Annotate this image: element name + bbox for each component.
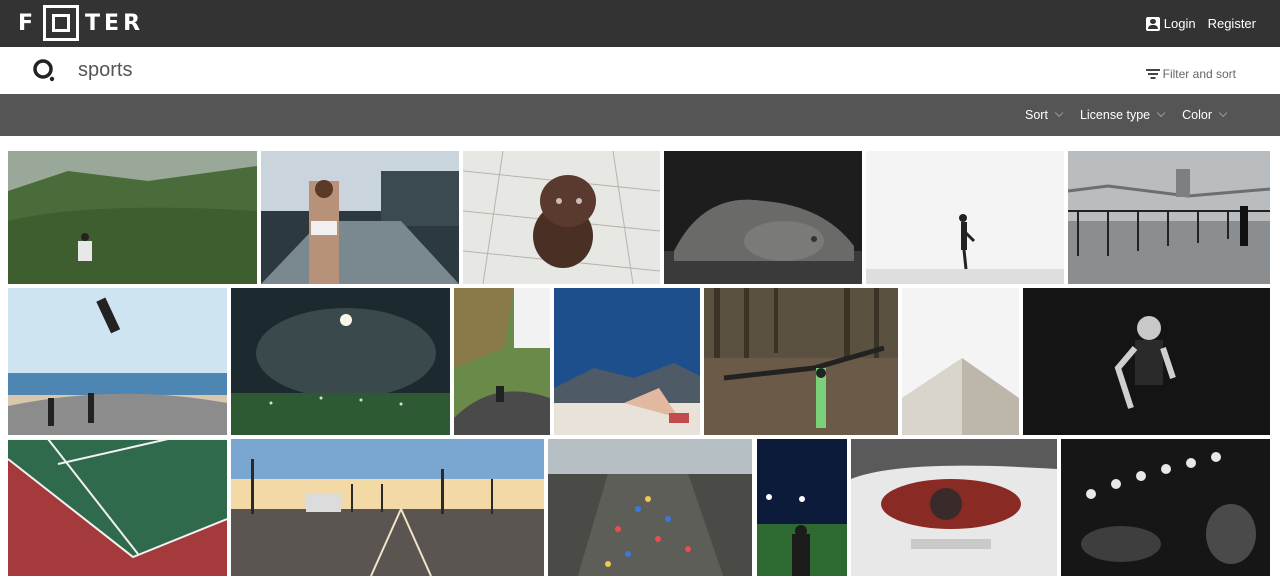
photo-woman-stretching-on-dock[interactable]: [261, 151, 459, 284]
photo-person-leaping-blue-sky[interactable]: [554, 288, 700, 435]
sort-label: Sort: [1025, 108, 1048, 122]
login-button[interactable]: Login: [1145, 16, 1196, 31]
top-navigation-bar: F TER Login Register: [0, 0, 1280, 47]
color-label: Color: [1182, 108, 1212, 122]
photo-palm-trees-basketball-court[interactable]: [231, 439, 544, 576]
photo-grey-weimaraner-dog[interactable]: [664, 151, 862, 284]
filter-label: Filter and sort: [1162, 67, 1236, 81]
logo-letter-f: F: [18, 10, 38, 36]
photo-white-building-corner[interactable]: [902, 288, 1019, 435]
chevron-down-icon: [1157, 108, 1166, 118]
logo-square-icon: [43, 5, 80, 41]
search-bar: sports Filter and sort: [0, 47, 1280, 94]
photo-marathon-runners-street[interactable]: [548, 439, 752, 576]
filter-and-sort-button[interactable]: Filter and sort: [1145, 67, 1236, 81]
photo-cyclist-on-mountain-road[interactable]: [454, 288, 550, 435]
filter-dropdown-bar: Sort License type Color: [0, 94, 1280, 136]
account-actions: Login Register: [1145, 0, 1256, 47]
color-dropdown[interactable]: Color: [1182, 108, 1228, 122]
search-input[interactable]: sports: [78, 59, 132, 82]
license-type-label: License type: [1079, 108, 1151, 122]
chevron-down-icon: [1218, 108, 1228, 118]
sort-dropdown[interactable]: Sort: [1025, 108, 1064, 122]
chevron-down-icon: [1054, 108, 1064, 118]
foter-logo[interactable]: F TER: [18, 5, 144, 41]
register-button[interactable]: Register: [1208, 16, 1256, 31]
photo-cyclist-in-bamboo-forest[interactable]: [8, 151, 257, 284]
photo-skateboarder-jumping-at-beach[interactable]: [8, 288, 227, 435]
photo-night-football-field-lights[interactable]: [231, 288, 450, 435]
license-type-dropdown[interactable]: License type: [1079, 108, 1166, 122]
photo-vintage-red-convertible[interactable]: [851, 439, 1057, 576]
search-icon[interactable]: [33, 59, 55, 83]
photo-concert-lights-bw[interactable]: [1061, 439, 1270, 576]
photo-person-on-pier-near-bridge[interactable]: [1068, 151, 1270, 284]
photo-woman-black-white-portrait[interactable]: [1023, 288, 1270, 435]
photo-tennis-court-lines[interactable]: [8, 439, 227, 576]
photo-runner-silhouette-stretching[interactable]: [866, 151, 1064, 284]
photo-mountain-bike-forest-trail[interactable]: [704, 288, 898, 435]
login-label: Login: [1163, 16, 1196, 31]
logo-letters-ter: TER: [85, 10, 145, 36]
photo-baseball-player-night[interactable]: [757, 439, 847, 576]
photo-brown-puppy-on-blanket[interactable]: [463, 151, 660, 284]
filter-icon: [1145, 69, 1160, 79]
user-icon: [1145, 16, 1160, 31]
